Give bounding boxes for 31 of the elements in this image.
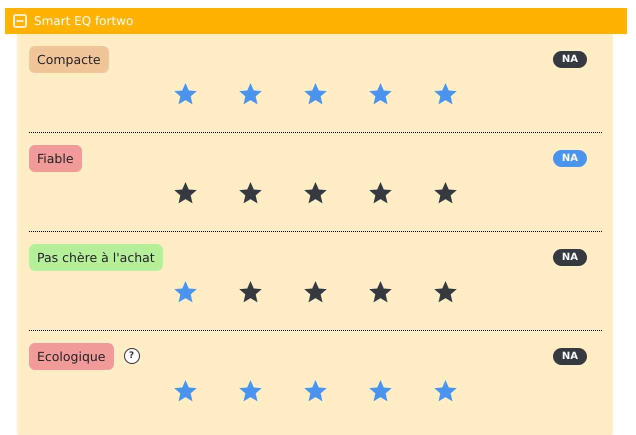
star-icon[interactable] bbox=[434, 83, 457, 105]
criterion-tag: Compacte bbox=[29, 46, 109, 72]
star-icon[interactable] bbox=[239, 83, 262, 105]
star-icon[interactable] bbox=[239, 182, 262, 204]
panel-title: Smart EQ fortwo bbox=[34, 14, 134, 28]
criterion-tag: Fiable bbox=[29, 144, 82, 172]
help-icon[interactable]: ? bbox=[124, 348, 140, 364]
collapse-icon[interactable] bbox=[13, 14, 27, 28]
star-icon[interactable] bbox=[174, 182, 197, 204]
star-icon[interactable] bbox=[304, 380, 327, 402]
criterion-tag: Pas chère à l'achat bbox=[29, 244, 163, 270]
star-icon[interactable] bbox=[304, 182, 327, 204]
status-badge: NA bbox=[552, 150, 587, 166]
star-icon[interactable] bbox=[174, 281, 197, 303]
star-icon[interactable] bbox=[434, 281, 457, 303]
star-icon[interactable] bbox=[304, 83, 327, 105]
star-icon[interactable] bbox=[434, 380, 457, 402]
star-icon[interactable] bbox=[174, 83, 197, 105]
star-icon[interactable] bbox=[239, 380, 262, 402]
status-badge: NA bbox=[552, 248, 587, 266]
star-icon[interactable] bbox=[369, 182, 392, 204]
star-icon[interactable] bbox=[174, 380, 197, 402]
star-icon[interactable] bbox=[369, 281, 392, 303]
status-badge: NA bbox=[552, 348, 587, 364]
star-icon[interactable] bbox=[369, 380, 392, 402]
star-icon[interactable] bbox=[304, 281, 327, 303]
status-badge: NA bbox=[552, 50, 587, 68]
star-icon[interactable] bbox=[239, 281, 262, 303]
star-icon[interactable] bbox=[369, 83, 392, 105]
star-icon[interactable] bbox=[434, 182, 457, 204]
criterion-tag: Ecologique bbox=[29, 342, 114, 370]
